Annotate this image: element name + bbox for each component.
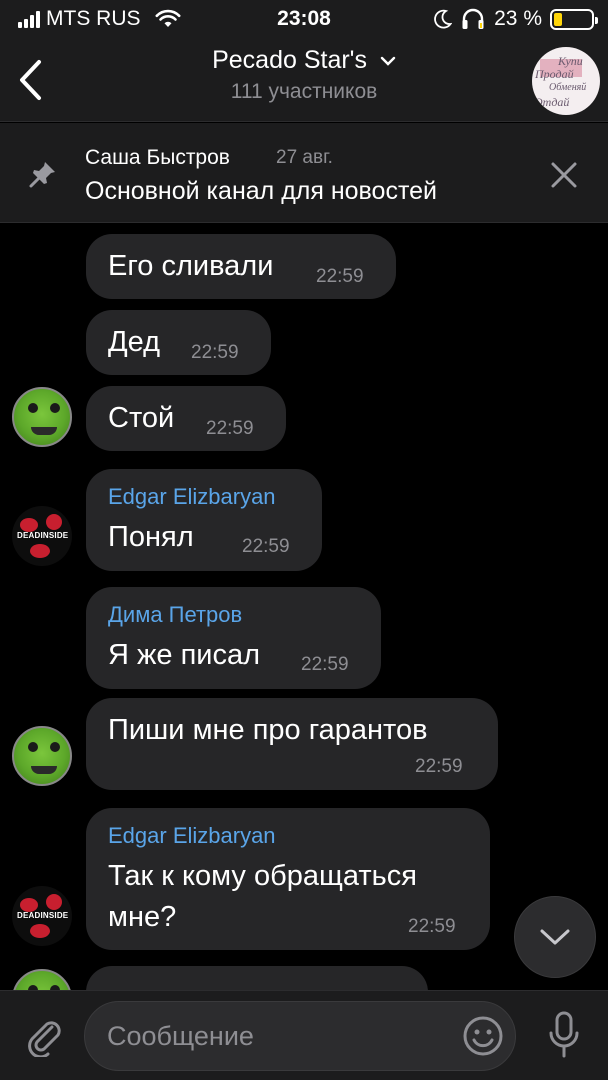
message-bubble[interactable]: Пиши мне про гарантов 22:59: [86, 698, 498, 790]
member-count: 111 участников: [230, 80, 378, 103]
message-bubble[interactable]: Его сливали 22:59: [86, 234, 396, 299]
avatar[interactable]: [12, 387, 72, 447]
message-bubble[interactable]: [86, 966, 428, 990]
chat-title[interactable]: Pecado Star's: [100, 46, 508, 75]
sender-name[interactable]: Edgar Elizbaryan: [108, 823, 276, 849]
message-text: Дед: [108, 326, 161, 358]
status-bar: MTS RUS 23:08 23 %: [0, 0, 608, 40]
close-icon[interactable]: [550, 161, 578, 189]
chevron-left-icon: [20, 60, 41, 100]
message-bubble[interactable]: Стой 22:59: [86, 386, 286, 451]
message-time: 22:59: [206, 418, 254, 439]
moon-icon: [434, 9, 453, 29]
message-bubble[interactable]: Edgar Elizbaryan Понял 22:59: [86, 469, 322, 571]
emoji-icon[interactable]: [462, 1015, 504, 1057]
message-bubble[interactable]: Дима Петров Я же писал 22:59: [86, 587, 381, 689]
group-avatar[interactable]: Купи Продай Обменяй Отдай: [532, 47, 600, 115]
sender-name[interactable]: Дима Петров: [108, 602, 242, 628]
message-time: 22:59: [408, 916, 456, 937]
pinned-date: 27 авг.: [276, 147, 333, 168]
message-time: 22:59: [301, 654, 349, 675]
message-text-line-2: мне?: [108, 901, 177, 933]
avatar-label: DEADINSIDE: [17, 911, 69, 920]
message-bubble[interactable]: Дед 22:59: [86, 310, 271, 375]
battery-icon: [550, 8, 598, 30]
chevron-down-icon: [380, 57, 396, 67]
message-input[interactable]: Сообщение: [84, 1001, 516, 1071]
microphone-icon[interactable]: [548, 1011, 580, 1059]
message-time: 22:59: [191, 342, 239, 363]
status-right: 23 %: [434, 7, 598, 31]
sender-name[interactable]: Edgar Elizbaryan: [108, 484, 276, 510]
message-text: Стой: [108, 402, 175, 434]
avatar-text-2: Продай: [535, 67, 574, 81]
message-input-placeholder: Сообщение: [107, 1020, 254, 1051]
composer: Сообщение: [0, 990, 608, 1080]
avatar-label: DEADINSIDE: [17, 531, 69, 540]
scroll-down-button[interactable]: [514, 896, 596, 978]
avatar-text-4: Отдай: [534, 95, 570, 109]
avatar-text-3: Обменяй: [549, 82, 587, 93]
message-time: 22:59: [316, 266, 364, 287]
battery-fill: [554, 12, 563, 26]
avatar[interactable]: [12, 969, 72, 990]
message-text: Пиши мне про гарантов: [108, 714, 428, 746]
message-text: Понял: [108, 521, 194, 553]
chat-title-area[interactable]: Pecado Star's 111 участников: [100, 46, 508, 104]
message-text: Я же писал: [108, 639, 261, 671]
pinned-message[interactable]: Саша Быстров 27 авг. Основной канал для …: [0, 123, 608, 223]
message-bubble[interactable]: Edgar Elizbaryan Так к кому обращаться м…: [86, 808, 490, 950]
avatar[interactable]: DEADINSIDE: [12, 506, 72, 566]
pin-icon: [29, 162, 55, 188]
battery-percent: 23 %: [494, 7, 542, 30]
chat-header: Pecado Star's 111 участников Купи Продай…: [0, 40, 608, 122]
avatar[interactable]: [12, 726, 72, 786]
message-time: 22:59: [242, 536, 290, 557]
headphones-icon: [462, 8, 484, 29]
message-text: Так к кому обращаться: [108, 860, 417, 892]
paperclip-icon[interactable]: [22, 1013, 66, 1057]
chat-title-text: Pecado Star's: [212, 46, 367, 74]
avatar[interactable]: DEADINSIDE: [12, 886, 72, 946]
message-time: 22:59: [415, 756, 463, 777]
chevron-down-icon: [540, 929, 570, 945]
pinned-author: Саша Быстров: [85, 146, 230, 169]
pinned-text: Основной канал для новостей: [85, 177, 438, 205]
back-button[interactable]: [12, 58, 48, 102]
message-list[interactable]: Его сливали 22:59 Дед 22:59 Стой 22:59 D…: [0, 224, 608, 990]
message-text: Его сливали: [108, 250, 274, 282]
